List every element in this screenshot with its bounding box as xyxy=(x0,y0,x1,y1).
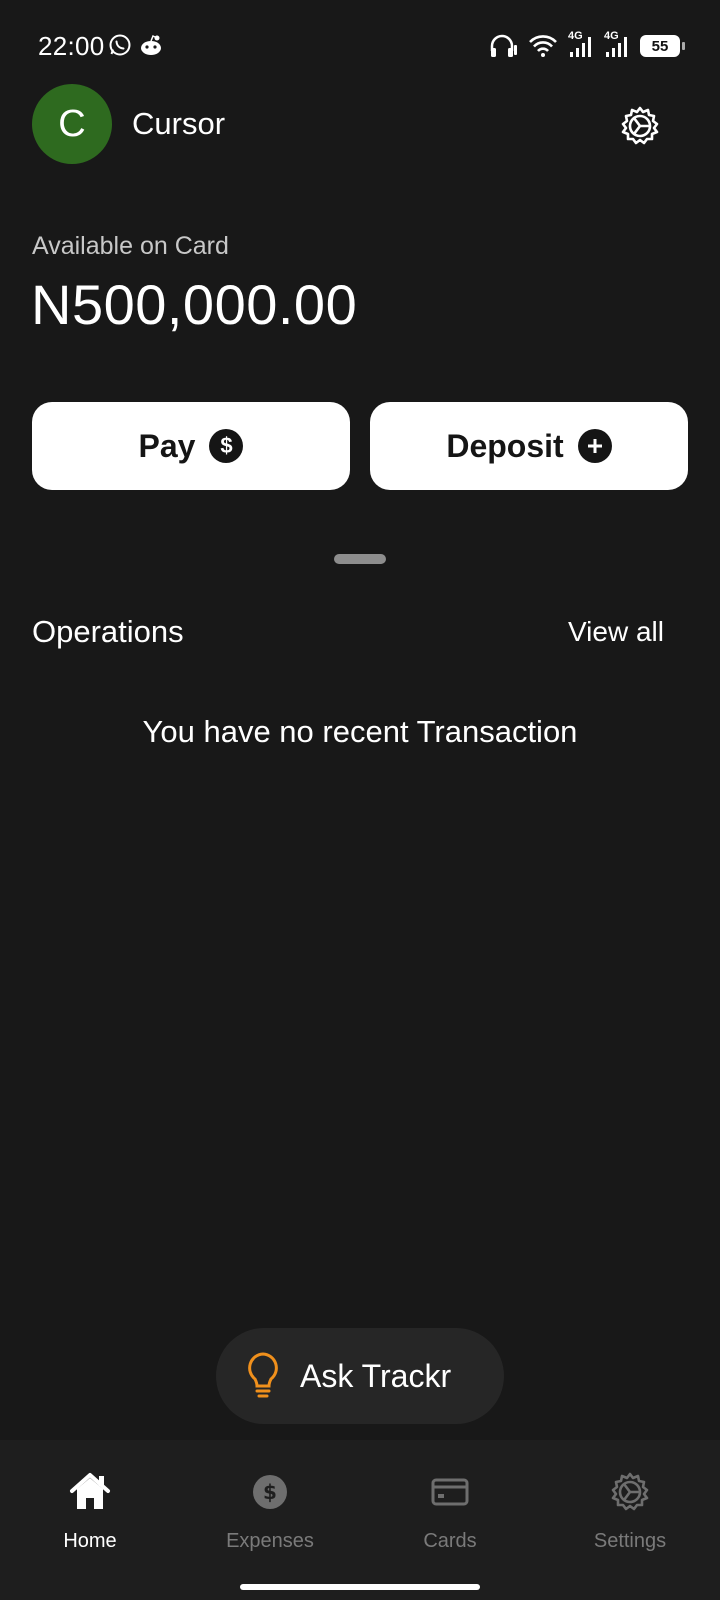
operations-title: Operations xyxy=(32,614,184,649)
network-type-label: 4G xyxy=(604,30,619,42)
avatar-initial: C xyxy=(58,102,86,145)
avatar[interactable]: C xyxy=(32,84,112,164)
network-type-label: 4G xyxy=(568,30,583,42)
deposit-button-label: Deposit xyxy=(446,427,564,464)
dollar-circle-icon: $ xyxy=(209,429,244,463)
nav-label: Cards xyxy=(423,1530,477,1552)
status-bar: 22:00 4G 4G 55 xyxy=(0,0,720,92)
reddit-icon xyxy=(141,34,161,55)
balance-amount: N500,000.00 xyxy=(31,273,358,336)
user-name: Cursor xyxy=(132,106,226,141)
pay-button-label: Pay xyxy=(138,427,196,464)
nav-label: Home xyxy=(63,1530,117,1552)
home-screen: 22:00 4G 4G 55 C Cursor Available on Car… xyxy=(0,0,720,1600)
headphones-icon xyxy=(490,34,517,57)
nav-item-expenses[interactable]: $ Expenses xyxy=(180,1440,360,1580)
deposit-button[interactable]: Deposit xyxy=(370,402,688,490)
empty-transactions-message: You have no recent Transaction xyxy=(142,714,578,749)
gear-icon xyxy=(611,1472,649,1511)
nav-item-cards[interactable]: Cards xyxy=(360,1440,540,1580)
nav-label: Settings xyxy=(593,1530,667,1552)
home-indicator xyxy=(240,1584,480,1590)
pay-button[interactable]: Pay $ xyxy=(32,402,350,490)
ask-trackr-button[interactable]: Ask Trackr xyxy=(216,1328,504,1424)
plus-circle-icon xyxy=(577,429,612,463)
settings-gear-icon[interactable] xyxy=(618,104,662,148)
nav-label: Expenses xyxy=(226,1530,314,1552)
balance-label: Available on Card xyxy=(32,232,229,260)
battery-indicator: 55 xyxy=(640,35,685,57)
svg-text:$: $ xyxy=(263,1480,277,1504)
ask-trackr-label: Ask Trackr xyxy=(300,1357,452,1394)
home-icon xyxy=(70,1473,110,1509)
drag-handle[interactable] xyxy=(334,554,386,564)
nav-item-home[interactable]: Home xyxy=(0,1440,180,1580)
wifi-icon xyxy=(529,35,557,57)
card-icon xyxy=(431,1478,469,1506)
nav-item-settings[interactable]: Settings xyxy=(540,1440,720,1580)
view-all-link[interactable]: View all xyxy=(568,616,664,648)
dollar-circle-icon: $ xyxy=(253,1475,287,1509)
bottom-navigation: Home $ Expenses Cards Settings xyxy=(0,1440,720,1600)
whatsapp-icon xyxy=(109,34,131,56)
lightbulb-icon xyxy=(248,1352,278,1398)
status-time: 22:00 xyxy=(38,31,105,61)
